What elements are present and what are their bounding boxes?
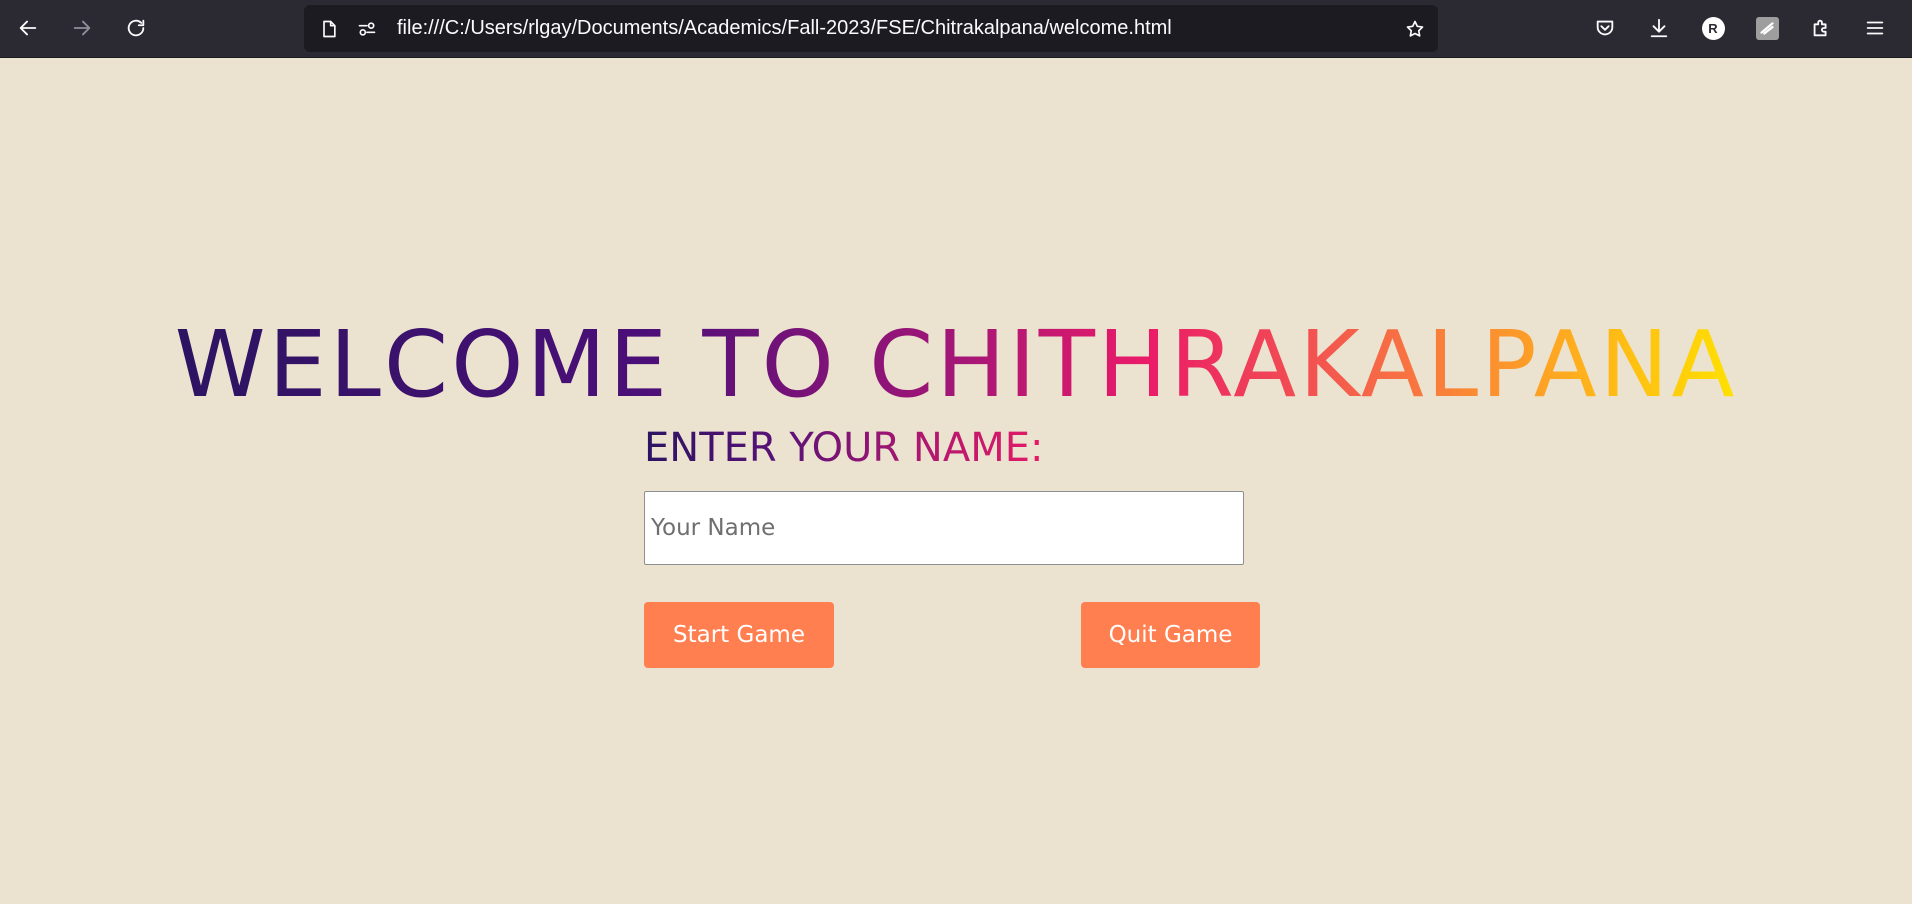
extensions-button[interactable] [1804, 11, 1838, 45]
reload-button[interactable] [119, 11, 153, 45]
quit-game-button[interactable]: Quit Game [1081, 602, 1260, 668]
pocket-icon [1596, 20, 1614, 36]
menu-icon [1866, 21, 1884, 35]
extension-button[interactable] [1750, 11, 1784, 45]
url-text[interactable]: file:///C:/Users/rlgay/Documents/Academi… [397, 5, 1172, 52]
page-icon [318, 18, 340, 40]
downloads-button[interactable] [1642, 11, 1676, 45]
name-input[interactable] [644, 491, 1244, 565]
back-icon [19, 20, 37, 36]
start-game-button[interactable]: Start Game [644, 602, 834, 668]
name-label: ENTER YOUR NAME: [644, 420, 1043, 476]
permissions-icon[interactable] [356, 18, 378, 40]
extensions-puzzle-icon [1813, 19, 1827, 37]
account-icon: R [1701, 16, 1725, 40]
forward-button[interactable] [65, 11, 99, 45]
bookmark-star-icon[interactable] [1404, 18, 1426, 40]
extension-icon [1755, 16, 1779, 40]
account-button[interactable]: R [1696, 11, 1730, 45]
back-button[interactable] [11, 11, 45, 45]
address-bar[interactable]: file:///C:/Users/rlgay/Documents/Academi… [304, 5, 1438, 52]
browser-toolbar: file:///C:/Users/rlgay/Documents/Academi… [0, 0, 1912, 58]
name-label-text: ENTER YOUR NAME: [644, 425, 1044, 471]
download-icon [1650, 18, 1668, 38]
welcome-title-text: WELCOME TO CHITHRAKALPANA [174, 311, 1738, 418]
welcome-title: WELCOME TO CHITHRAKALPANA [0, 300, 1912, 430]
reload-icon [127, 19, 145, 37]
menu-button[interactable] [1858, 11, 1892, 45]
forward-icon [73, 20, 91, 36]
pocket-button[interactable] [1588, 11, 1622, 45]
